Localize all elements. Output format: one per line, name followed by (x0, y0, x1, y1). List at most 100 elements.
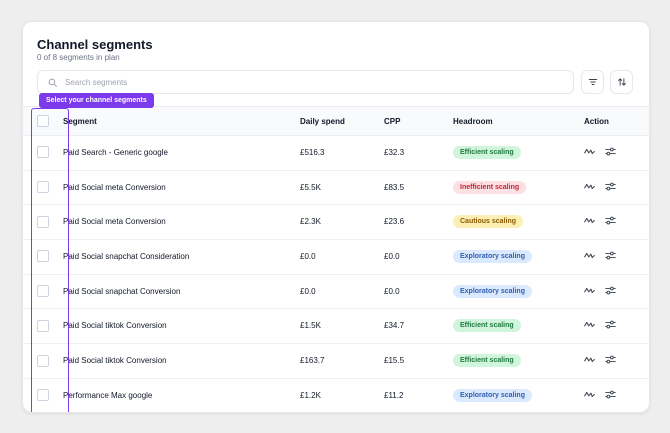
segment-name: Paid Social meta Conversion (63, 182, 166, 192)
channel-segments-card: Channel segments 0 of 8 segments in plan… (22, 21, 650, 413)
onboarding-tooltip: Select your channel segments (39, 93, 154, 108)
row-checkbox-cell (37, 274, 49, 309)
headroom-badge: Efficient scaling (453, 354, 521, 368)
row-actions (584, 170, 616, 205)
row-checkbox[interactable] (37, 389, 49, 402)
cpp-value: £0.0 (384, 286, 400, 296)
row-checkbox-cell (37, 378, 49, 412)
headroom-badge: Exploratory scaling (453, 249, 532, 263)
row-checkbox-cell (37, 204, 49, 239)
headroom-cell: Cautious scaling (453, 204, 524, 239)
column-header-cpp[interactable]: CPP (384, 107, 400, 135)
trend-icon[interactable] (584, 182, 595, 193)
cpp-value: £0.0 (384, 251, 400, 261)
column-header-headroom[interactable]: Headroom (453, 107, 493, 135)
cpp-value: £23.6 (384, 217, 405, 227)
segment-name: Performance Max google (63, 390, 153, 400)
headroom-badge: Efficient scaling (453, 145, 521, 159)
adjust-icon[interactable] (605, 147, 616, 158)
segment-name: Paid Search - Generic google (63, 147, 168, 157)
row-checkbox-cell (37, 135, 49, 170)
row-checkbox[interactable] (37, 250, 49, 263)
column-header-segment[interactable]: Segment (63, 107, 97, 135)
row-checkbox-cell (37, 170, 49, 205)
adjust-icon[interactable] (605, 216, 616, 227)
search-box[interactable] (37, 70, 574, 94)
row-actions (584, 274, 616, 309)
trend-icon[interactable] (584, 355, 595, 366)
daily-spend-value: £1.2K (300, 390, 321, 400)
cpp-value: £83.5 (384, 182, 405, 192)
daily-spend-value: £2.3K (300, 217, 321, 227)
row-checkbox[interactable] (37, 181, 49, 194)
table-row[interactable]: Paid Social tiktok Conversion £1.5K £34.… (23, 309, 649, 345)
column-header-daily-spend[interactable]: Daily spend (300, 107, 345, 135)
headroom-badge: Exploratory scaling (453, 284, 532, 298)
table-row[interactable]: Paid Social snapchat Conversion £0.0 £0.… (23, 274, 649, 310)
adjust-icon[interactable] (605, 320, 616, 331)
row-actions (584, 135, 616, 170)
daily-spend-value: £5.5K (300, 182, 321, 192)
adjust-icon[interactable] (605, 286, 616, 297)
sort-icon (617, 78, 626, 86)
row-actions (584, 204, 616, 239)
search-icon (48, 78, 57, 87)
row-actions (584, 309, 616, 344)
search-input[interactable] (63, 76, 547, 88)
column-header-action: Action (584, 116, 609, 126)
row-checkbox[interactable] (37, 146, 49, 159)
row-actions (584, 378, 616, 412)
adjust-icon[interactable] (605, 182, 616, 193)
table-header: Segment Daily spend CPP Headroom Action (23, 106, 649, 136)
daily-spend-value: £0.0 (300, 286, 316, 296)
table-row[interactable]: Paid Social meta Conversion £5.5K £83.5 … (23, 170, 649, 206)
trend-icon[interactable] (584, 147, 595, 158)
sort-button[interactable] (610, 70, 633, 94)
table-row[interactable]: Paid Social snapchat Consideration £0.0 … (23, 239, 649, 275)
segment-name: Paid Social tiktok Conversion (63, 356, 167, 366)
trend-icon[interactable] (584, 251, 595, 262)
daily-spend-value: £1.5K (300, 321, 321, 331)
adjust-icon[interactable] (605, 251, 616, 262)
headroom-badge: Cautious scaling (453, 215, 524, 229)
table-row[interactable]: Paid Search - Generic google £516.3 £32.… (23, 135, 649, 171)
trend-icon[interactable] (584, 216, 595, 227)
row-checkbox[interactable] (37, 319, 49, 332)
headroom-cell: Exploratory scaling (453, 274, 532, 309)
cpp-value: £15.5 (384, 356, 405, 366)
cpp-value: £34.7 (384, 321, 405, 331)
table-row[interactable]: Paid Social tiktok Conversion £163.7 £15… (23, 343, 649, 379)
daily-spend-value: £163.7 (300, 356, 325, 366)
row-checkbox-cell (37, 309, 49, 344)
daily-spend-value: £516.3 (300, 147, 325, 157)
table-row[interactable]: Performance Max google £1.2K £11.2 Explo… (23, 378, 649, 412)
headroom-cell: Inefficient scaling (453, 170, 527, 205)
row-actions (584, 239, 616, 274)
headroom-badge: Exploratory scaling (453, 388, 532, 402)
filter-button[interactable] (581, 70, 604, 94)
trend-icon[interactable] (584, 286, 595, 297)
filter-icon (588, 79, 597, 85)
table-row[interactable]: Paid Social meta Conversion £2.3K £23.6 … (23, 204, 649, 241)
row-checkbox-cell (37, 343, 49, 378)
select-all-checkbox[interactable] (37, 115, 49, 127)
headroom-badge: Efficient scaling (453, 319, 521, 333)
headroom-cell: Efficient scaling (453, 309, 521, 344)
headroom-cell: Efficient scaling (453, 135, 521, 170)
segment-name: Paid Social meta Conversion (63, 217, 166, 227)
trend-icon[interactable] (584, 390, 595, 401)
segments-count: 0 of 8 segments in plan (37, 53, 120, 62)
cpp-value: £11.2 (384, 390, 404, 400)
page-title: Channel segments (37, 37, 153, 52)
trend-icon[interactable] (584, 320, 595, 331)
row-checkbox[interactable] (37, 354, 49, 367)
row-checkbox[interactable] (37, 285, 49, 298)
row-checkbox-cell (37, 239, 49, 274)
adjust-icon[interactable] (605, 390, 616, 401)
cpp-value: £32.3 (384, 147, 405, 157)
row-checkbox[interactable] (37, 215, 49, 228)
select-all-cell (37, 107, 49, 135)
headroom-badge: Inefficient scaling (453, 180, 527, 194)
adjust-icon[interactable] (605, 355, 616, 366)
segment-name: Paid Social tiktok Conversion (63, 321, 167, 331)
